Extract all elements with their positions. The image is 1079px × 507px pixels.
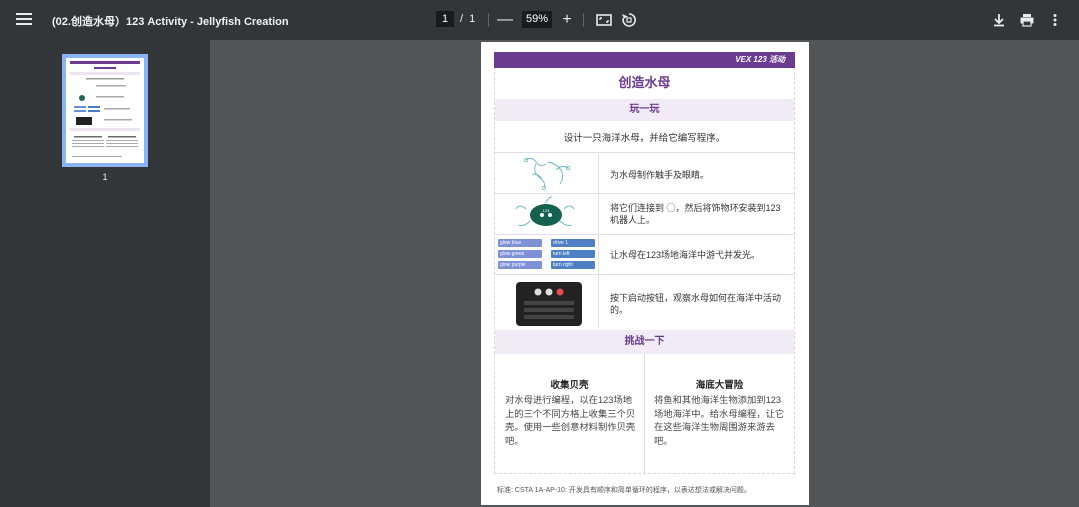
code-block: glow green [498, 250, 542, 258]
tentacles-image [496, 154, 598, 192]
thumbnail-sidebar: 1 [0, 40, 210, 507]
download-icon[interactable] [990, 11, 1008, 29]
grid-line [495, 152, 794, 153]
challenge-2-text: 将鱼和其他海洋生物添加到123场地海洋中。给水母编程，让它在这些海洋生物周围游来… [654, 395, 785, 446]
document-title: (02.创造水母）123 Activity - Jellyfish Creati… [52, 16, 289, 28]
page-number-input[interactable]: 1 [436, 11, 454, 27]
zoom-in-button[interactable]: + [559, 11, 575, 29]
grid-line [644, 354, 645, 474]
code-blocks-image: glow blue glow green glow purple drive 1… [496, 236, 598, 273]
thumbnail-page-number: 1 [102, 172, 108, 182]
step-1-text: 为水母制作触手及眼睛。 [610, 170, 710, 180]
menu-icon[interactable] [14, 10, 34, 30]
grid-line [495, 274, 794, 275]
code-block: turn right [551, 261, 595, 269]
vex-logo: VEX 123 活动 [735, 55, 785, 64]
svg-text:123: 123 [543, 208, 550, 213]
grid-line [495, 234, 794, 235]
challenge-1-title: 收集贝壳 [550, 380, 589, 391]
code-block: drive 1 [551, 239, 595, 247]
start-button-image [496, 276, 598, 326]
code-block: turn left [551, 250, 595, 258]
page-navigator: 1 / 1 [436, 11, 475, 27]
grid-line [598, 152, 599, 328]
activity-title: 创造水母 [618, 75, 671, 90]
pdf-toolbar: (02.创造水母）123 Activity - Jellyfish Creati… [0, 0, 1079, 40]
header-banner: VEX 123 活动 [494, 52, 795, 68]
robot-jellyfish-image: 123 [496, 195, 598, 233]
step-2-text: 将它们连接到 ◯，然后将饰物环安装到123机器人上。 [610, 203, 781, 225]
page-separator: / [460, 13, 464, 25]
code-block: glow blue [498, 239, 542, 247]
document-viewer[interactable]: VEX 123 活动 创造水母 玩一玩 设计一只海洋水母，并给它编写程序。 为水… [210, 40, 1079, 507]
fit-page-icon[interactable] [595, 11, 613, 29]
challenge-1-text: 对水母进行编程，以在123场地上的三个不同方格上收集三个贝壳。使用一些创意材料制… [505, 395, 636, 446]
more-vert-icon[interactable] [1046, 11, 1064, 29]
pdf-page: VEX 123 活动 创造水母 玩一玩 设计一只海洋水母，并给它编写程序。 为水… [481, 42, 809, 505]
zoom-out-button[interactable]: — [497, 11, 513, 29]
zoom-input[interactable]: 59% [522, 11, 552, 28]
step-4-text: 按下启动按钮，观察水母如何在海洋中活动的。 [610, 293, 782, 315]
play-intro: 设计一只海洋水母，并给它编写程序。 [563, 133, 726, 144]
toolbar-divider [488, 13, 489, 27]
page-total: 1 [469, 13, 476, 25]
code-block: glow purple [498, 261, 542, 269]
step-3-text: 让水母在123场地海洋中游弋并发光。 [610, 250, 761, 260]
challenge-heading: 挑战一下 [495, 330, 794, 354]
standards-footer: 标准: CSTA 1A-AP-10: 开发具有顺序和简单循环的程序，以表达想法或… [497, 487, 751, 494]
print-icon[interactable] [1018, 11, 1036, 29]
page-thumbnail[interactable] [62, 54, 148, 167]
rotate-icon[interactable] [620, 11, 638, 29]
play-heading: 玩一玩 [495, 99, 794, 121]
grid-line [495, 193, 794, 194]
toolbar-divider [583, 13, 584, 27]
challenge-2-title: 海底大冒险 [695, 380, 744, 391]
